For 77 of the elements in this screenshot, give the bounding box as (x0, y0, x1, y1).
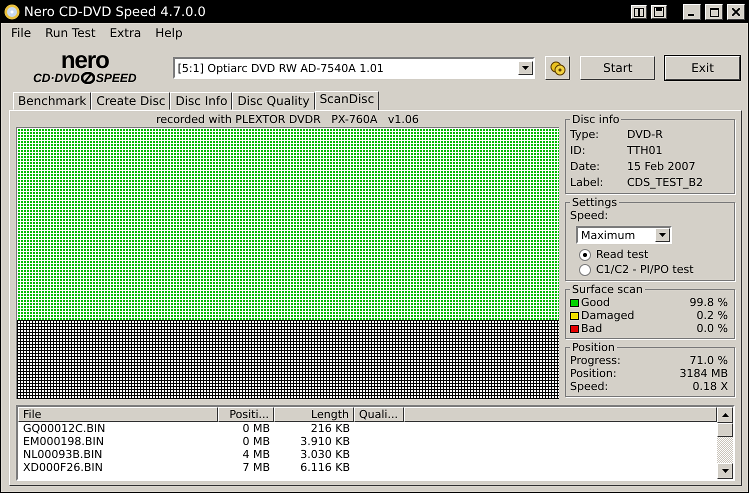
group-title: Position (571, 341, 616, 354)
pages-icon[interactable] (631, 5, 647, 19)
scroll-down-button[interactable] (717, 463, 733, 479)
column-header[interactable]: Quali... (354, 407, 404, 422)
caret-down-icon (659, 233, 666, 237)
field-label: Date: (570, 160, 601, 172)
menu-item[interactable]: File (11, 26, 32, 42)
radio-option[interactable]: Read test (570, 247, 728, 262)
scroll-thumb[interactable] (717, 423, 733, 437)
field-value: 0.0 % (696, 322, 728, 335)
disc-icon (4, 4, 20, 20)
field-value: CDS_TEST_B2 (627, 176, 704, 188)
drive-dropdown[interactable]: [5:1] Optiarc DVD RW AD-7540A 1.01 (172, 57, 535, 79)
table-cell-text: 6.116 KB (299, 461, 351, 474)
logo-brand: nero (60, 51, 109, 71)
group-title: Disc info (571, 113, 620, 126)
field-label: Speed: (570, 209, 610, 223)
drive-options-button[interactable] (544, 56, 570, 80)
maximize-icon[interactable] (705, 4, 723, 20)
field-label: Progress: (570, 354, 622, 367)
push-button[interactable]: Start (580, 56, 656, 80)
push-button[interactable]: Exit (665, 56, 740, 80)
field-label: Good (581, 296, 611, 309)
speed-dropdown[interactable]: Maximum (576, 226, 672, 244)
caret-down-icon (522, 66, 529, 70)
table-cell-text: EM000198.BIN (22, 435, 105, 448)
menu-item[interactable]: Extra (110, 26, 142, 42)
radio-option[interactable]: C1/C2 - PI/PO test (570, 262, 728, 277)
table-cell-text: 4 MB (241, 448, 271, 461)
field-label: Bad (581, 322, 604, 335)
tab[interactable]: Benchmark (13, 92, 92, 110)
menu-item[interactable]: Run Test (45, 26, 96, 42)
group-title: Settings (571, 196, 618, 209)
table-cell-text: 7 MB (241, 461, 271, 474)
scroll-up-button[interactable] (717, 407, 733, 423)
table-cell-text: 0 MB (241, 422, 271, 435)
logo-product: SPEED (96, 71, 136, 85)
field-label: Position: (570, 367, 618, 380)
table-cell-text: 0 MB (241, 435, 271, 448)
tab[interactable]: Disc Info (170, 92, 232, 110)
save-icon[interactable] (651, 5, 667, 19)
field-value: 15 Feb 2007 (627, 160, 696, 172)
column-header[interactable]: File (18, 407, 218, 422)
field-label: Speed: (570, 380, 610, 393)
arrow-up-icon (722, 413, 728, 417)
table-cell-text: 3.910 KB (299, 435, 351, 448)
field-value: 3184 MB (679, 367, 728, 380)
field-value: 71.0 % (690, 354, 728, 367)
field-value: 0.2 % (696, 309, 728, 322)
disc-logo-icon (80, 72, 95, 84)
field-value: DVD-R (627, 128, 663, 140)
column-header[interactable]: Length (274, 407, 354, 422)
group-title: Surface scan (571, 283, 644, 296)
field-value: 99.8 % (690, 296, 728, 309)
table-cell-text: 3.030 KB (299, 448, 351, 461)
table-cell-text: 216 KB (310, 422, 351, 435)
recorder-caption: recorded with PLEXTOR DVDR PX-760A v1.06 (155, 113, 420, 127)
tab[interactable]: Disc Quality (232, 92, 315, 110)
field-value: TTH01 (627, 144, 663, 156)
field-label: Type: (570, 128, 600, 140)
column-header[interactable]: Positi... (218, 407, 274, 422)
arrow-down-icon (722, 469, 728, 473)
tab[interactable]: Create Disc (91, 92, 170, 110)
table-cell-text: XD000F26.BIN (22, 461, 104, 474)
close-icon[interactable] (727, 4, 745, 20)
logo-product: CD·DVD (33, 71, 80, 85)
menu-item[interactable]: Help (155, 26, 183, 42)
tab[interactable]: ScanDisc (314, 91, 380, 111)
field-value: 0.18 X (692, 380, 728, 393)
field-label: Damaged (581, 309, 636, 322)
field-label: ID: (570, 144, 586, 156)
field-label: Label: (570, 176, 604, 188)
discs-icon (548, 60, 567, 76)
table-cell-text: GQ00012C.BIN (22, 422, 106, 435)
table-cell-text: NL00093B.BIN (22, 448, 104, 461)
window-title: Nero CD-DVD Speed 4.7.0.0 (24, 4, 206, 20)
minimize-icon[interactable] (683, 4, 701, 20)
